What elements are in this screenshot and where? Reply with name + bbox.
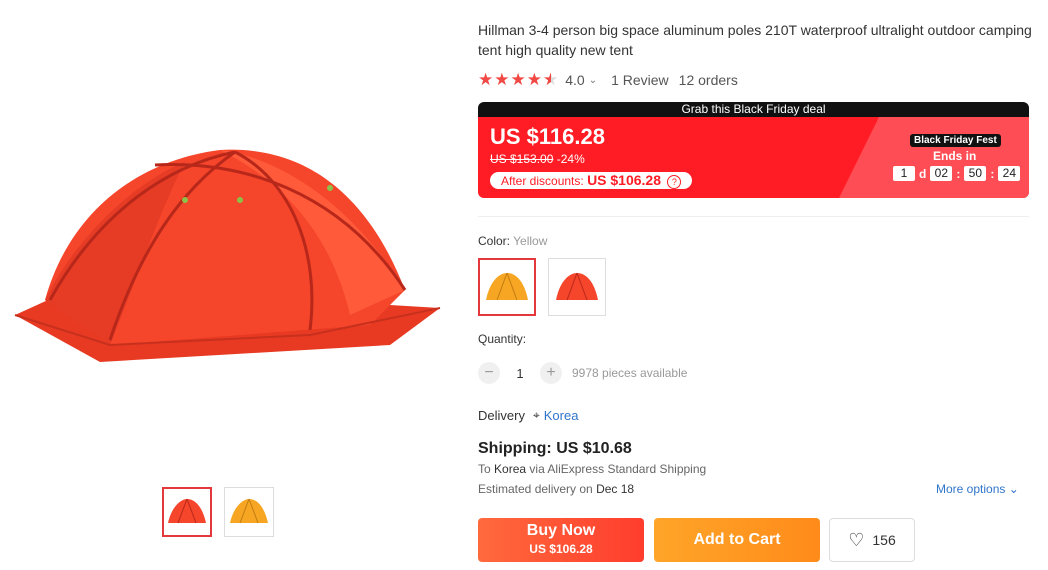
quantity-label: Quantity: <box>478 332 527 346</box>
pieces-available: 9978 pieces available <box>572 366 688 380</box>
wishlist-button[interactable]: ♡ 156 <box>829 518 915 562</box>
delivery-label: Delivery <box>478 408 525 423</box>
shipping-method: AliExpress Standard Shipping <box>547 462 707 476</box>
delivery-country-link[interactable]: Korea <box>544 408 579 423</box>
image-gallery <box>0 0 460 570</box>
rating-row: ★★★★★ 4.0 ⌄ 1 Review 12 orders <box>478 68 1033 92</box>
black-friday-deal-banner: Grab this Black Friday deal US $116.28 U… <box>478 102 1029 198</box>
thumbnail-red[interactable] <box>162 487 212 537</box>
countdown-hours: 02 <box>930 166 953 181</box>
countdown-days: 1 <box>893 166 915 181</box>
countdown-seconds: 24 <box>998 166 1021 181</box>
color-label: Color: Yellow <box>478 234 548 248</box>
color-swatches <box>478 258 606 316</box>
thumbnail-list <box>162 487 274 537</box>
shipping-country: Korea <box>494 462 527 476</box>
discount-percent: -24% <box>556 152 585 166</box>
old-price-row: US $153.00 -24% <box>490 152 585 166</box>
estimated-delivery: Estimated delivery on Dec 18 <box>478 482 635 496</box>
rating-value[interactable]: 4.0 <box>565 72 584 88</box>
color-swatch-yellow[interactable] <box>478 258 536 316</box>
shipping-method-line: To Korea via AliExpress Standard Shippin… <box>478 462 707 476</box>
original-price: US $153.00 <box>490 152 554 166</box>
after-discount-pill: After discounts: US $106.28 ? <box>490 172 693 189</box>
divider <box>478 216 1029 217</box>
quantity-input[interactable] <box>500 364 540 382</box>
color-swatch-red[interactable] <box>548 258 606 316</box>
quantity-stepper: − + 9978 pieces available <box>478 362 687 384</box>
delivery-row: Delivery ⌖ Korea <box>478 408 578 423</box>
heart-icon: ♡ <box>848 529 865 550</box>
decrease-quantity-button[interactable]: − <box>478 362 500 384</box>
black-friday-fest-badge: Black Friday Fest <box>910 134 1001 147</box>
selected-color: Yellow <box>513 234 548 248</box>
buy-now-button[interactable]: Buy Now US $106.28 <box>478 518 644 562</box>
estimated-delivery-date: Dec 18 <box>596 482 635 496</box>
after-discount-label: After discounts: <box>501 174 584 188</box>
ends-in-label: Ends in <box>933 149 977 163</box>
deal-header: Grab this Black Friday deal <box>478 102 1029 117</box>
wishlist-count: 156 <box>872 532 896 548</box>
countdown-minutes: 50 <box>964 166 987 181</box>
orders-count: 12 orders <box>678 72 738 88</box>
chevron-down-icon[interactable]: ⌄ <box>589 75 597 86</box>
buy-now-price: US $106.28 <box>529 542 593 556</box>
star-rating-icon: ★★★★★ <box>478 70 559 90</box>
help-icon[interactable]: ? <box>667 175 682 189</box>
reviews-link[interactable]: 1 Review <box>611 72 669 88</box>
shipping-title: Shipping: US $10.68 <box>478 440 632 457</box>
increase-quantity-button[interactable]: + <box>540 362 562 384</box>
add-to-cart-button[interactable]: Add to Cart <box>654 518 820 562</box>
product-title: Hillman 3-4 person big space aluminum po… <box>478 22 1032 58</box>
after-discount-price: US $106.28 <box>587 172 662 188</box>
buy-now-label: Buy Now <box>526 522 596 539</box>
current-price: US $116.28 <box>490 124 605 149</box>
main-product-image[interactable] <box>10 140 450 370</box>
thumbnail-yellow[interactable] <box>224 487 274 537</box>
location-pin-icon: ⌖ <box>532 408 540 422</box>
chevron-down-icon: ⌄ <box>1008 482 1019 496</box>
countdown-days-unit: d <box>919 166 927 181</box>
countdown-timer: 1 d 02 : 50 : 24 <box>893 166 1021 181</box>
product-info: Hillman 3-4 person big space aluminum po… <box>478 0 1033 562</box>
more-options-link[interactable]: More options ⌄ <box>936 482 1019 496</box>
